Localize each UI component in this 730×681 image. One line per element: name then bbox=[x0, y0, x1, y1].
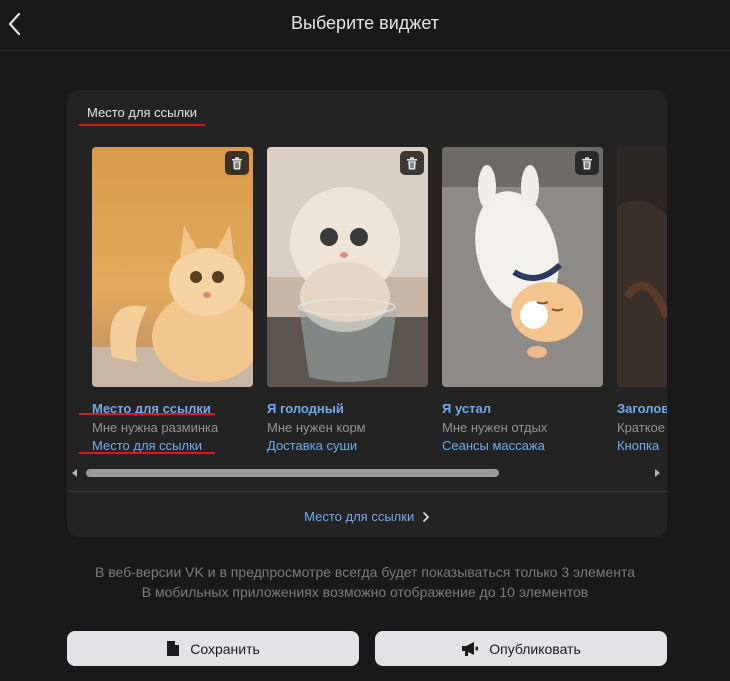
info-note: В веб-версии VK и в предпросмотре всегда… bbox=[94, 564, 636, 580]
card-description: Мне нужен отдых bbox=[442, 420, 548, 435]
chevron-right-icon bbox=[423, 512, 429, 522]
scroll-track[interactable] bbox=[84, 469, 652, 477]
info-note: В мобильных приложениях возможно отображ… bbox=[141, 584, 589, 600]
trash-icon bbox=[582, 156, 592, 169]
card-link[interactable]: Доставка суши bbox=[267, 438, 357, 453]
delete-button[interactable] bbox=[575, 151, 599, 175]
ginger-kitten-photo bbox=[92, 147, 253, 387]
dark-photo bbox=[617, 147, 667, 387]
card-title[interactable]: Заголов bbox=[617, 401, 667, 416]
highlight-underline bbox=[79, 452, 215, 454]
top-bar: Выберите виджет bbox=[0, 0, 730, 51]
publish-button-label: Опубликовать bbox=[489, 640, 581, 657]
card-title[interactable]: Я устал bbox=[442, 401, 491, 416]
horizontal-scrollbar[interactable] bbox=[67, 464, 667, 482]
trash-icon bbox=[407, 156, 417, 169]
card-description: Краткое bbox=[617, 420, 665, 435]
save-button[interactable]: Сохранить bbox=[67, 631, 359, 666]
megaphone-icon bbox=[461, 641, 479, 657]
highlight-underline bbox=[79, 124, 205, 126]
card-description: Мне нужен корм bbox=[267, 420, 366, 435]
card-link[interactable]: Кнопка bbox=[617, 438, 659, 453]
document-icon bbox=[166, 640, 180, 657]
publish-button[interactable]: Опубликовать bbox=[375, 631, 667, 666]
panel-footer-link[interactable]: Место для ссылки bbox=[67, 509, 667, 524]
highlight-underline bbox=[79, 413, 215, 415]
scroll-left-arrow[interactable] bbox=[72, 469, 77, 477]
panel-header-link[interactable]: Место для ссылки bbox=[87, 105, 197, 120]
delete-button[interactable] bbox=[225, 151, 249, 175]
widget-panel: Место для ссылки Место для ссылки Мне ну… bbox=[67, 90, 667, 537]
page-title: Выберите виджет bbox=[291, 13, 439, 33]
card-description: Мне нужна разминка bbox=[92, 420, 219, 435]
card-link[interactable]: Сеансы массажа bbox=[442, 438, 545, 453]
cards-carousel: Место для ссылки Мне нужна разминка Мест… bbox=[92, 147, 667, 467]
footer-link-label: Место для ссылки bbox=[304, 509, 415, 524]
trash-icon bbox=[232, 156, 242, 169]
delete-button[interactable] bbox=[400, 151, 424, 175]
card-link[interactable]: Место для ссылки bbox=[92, 438, 202, 453]
sleeping-kitten-photo bbox=[442, 147, 603, 387]
card-title[interactable]: Я голодный bbox=[267, 401, 344, 416]
scroll-right-arrow[interactable] bbox=[655, 469, 660, 477]
divider bbox=[67, 491, 667, 492]
fluffy-kitten-in-glass-photo bbox=[267, 147, 428, 387]
save-button-label: Сохранить bbox=[190, 640, 260, 657]
scroll-thumb[interactable] bbox=[86, 469, 499, 477]
